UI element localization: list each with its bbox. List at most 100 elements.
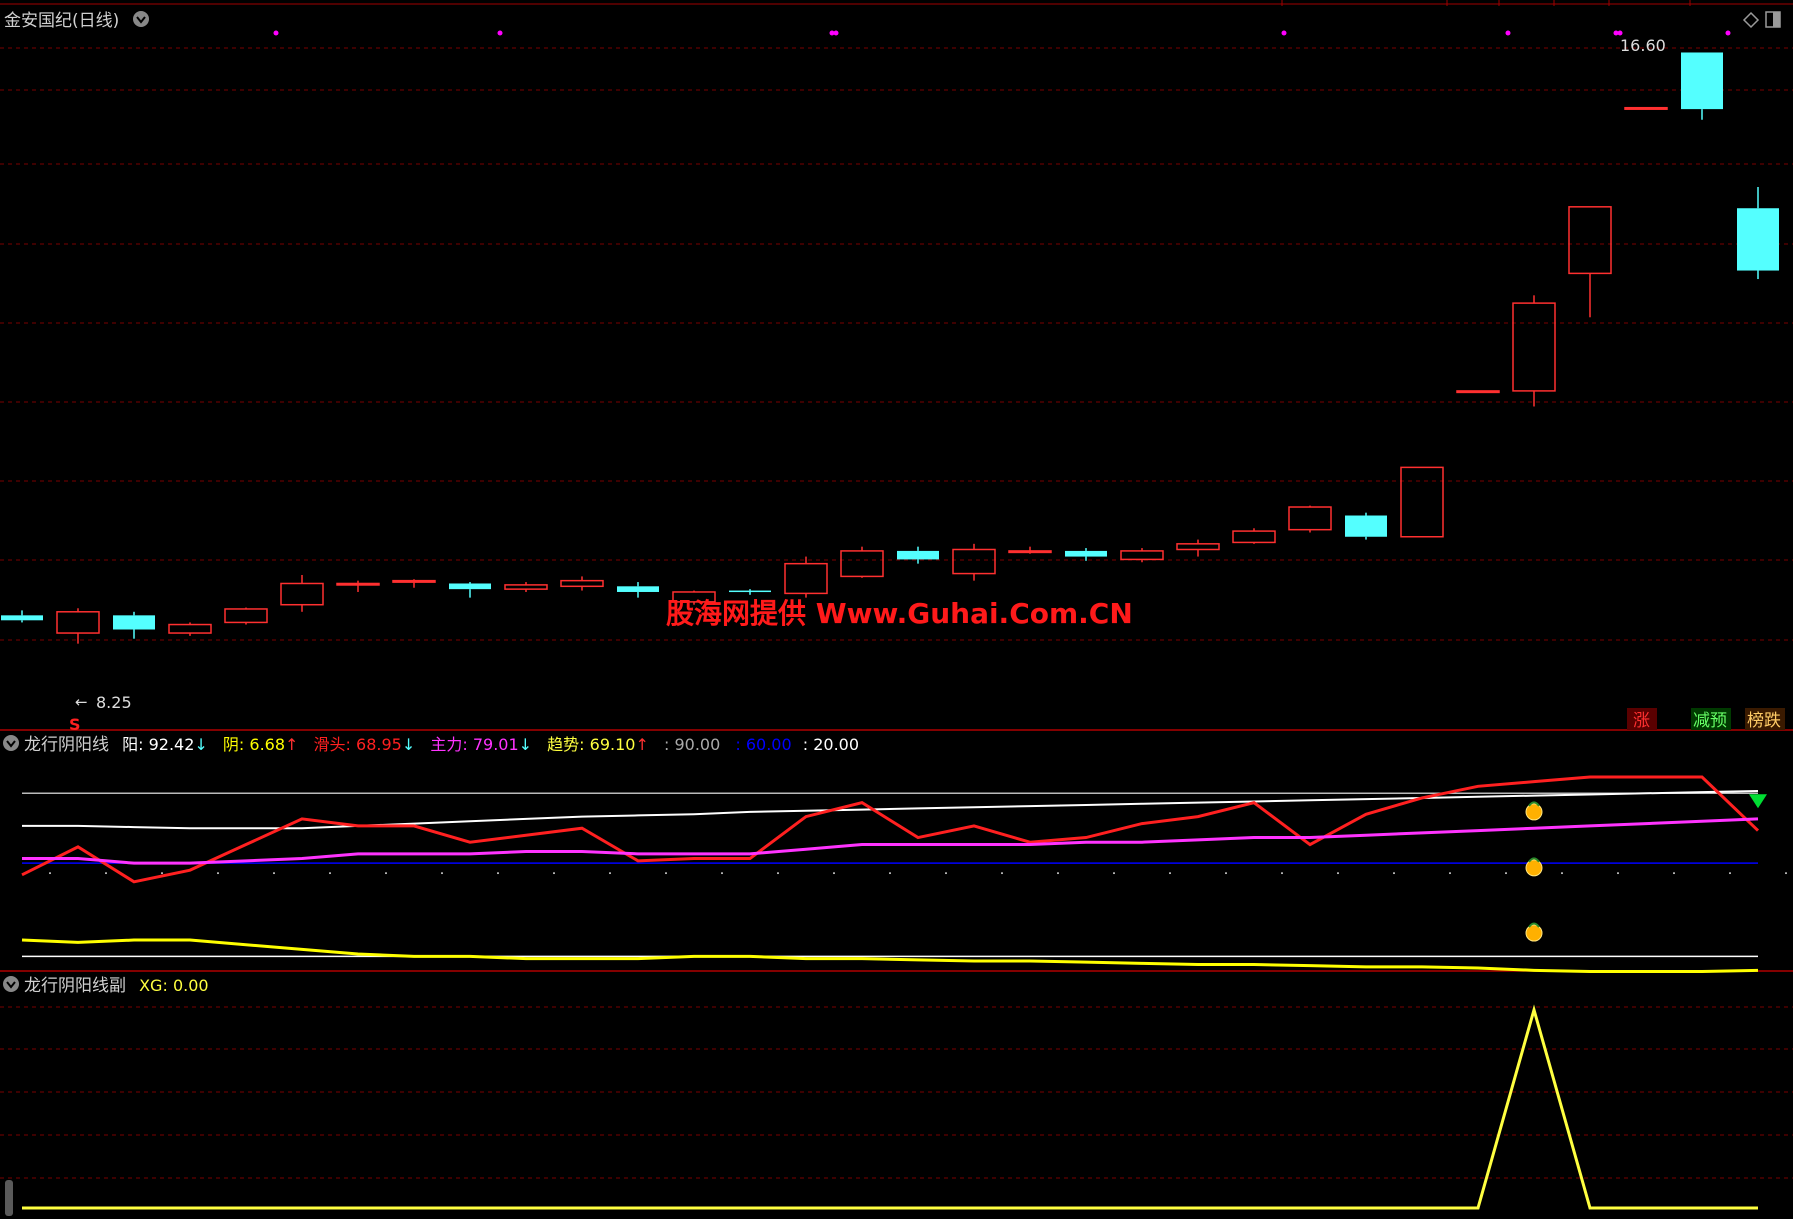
ind1-item-tou-key: 滑头 bbox=[314, 735, 346, 754]
title-dropdown-icon[interactable] bbox=[133, 11, 149, 27]
trace-dot bbox=[609, 872, 611, 875]
candle bbox=[113, 611, 155, 639]
trace-dot bbox=[1393, 872, 1395, 875]
candle bbox=[1008, 546, 1052, 554]
candle-body bbox=[1512, 302, 1556, 392]
trace-dot bbox=[49, 872, 51, 875]
trace-dot bbox=[1281, 872, 1283, 875]
candle bbox=[1232, 528, 1276, 544]
max-price-label: 16.60 bbox=[1620, 36, 1666, 55]
candle bbox=[336, 580, 380, 592]
trace-dot bbox=[1729, 872, 1731, 875]
coin-icon bbox=[1525, 857, 1543, 877]
trace-dot bbox=[1561, 872, 1563, 875]
trace-dot bbox=[721, 872, 723, 875]
candle-body bbox=[504, 584, 548, 590]
candle bbox=[1065, 548, 1107, 561]
window-toggle-icon[interactable] bbox=[1765, 11, 1781, 28]
trace-dot bbox=[1617, 872, 1619, 875]
trace-dot bbox=[497, 872, 499, 875]
tag-jianyu[interactable]: 减预 bbox=[1693, 711, 1727, 731]
candle bbox=[1400, 466, 1444, 538]
candle-body bbox=[113, 615, 155, 630]
tag-bangdie[interactable]: 榜跌 bbox=[1747, 711, 1781, 731]
tag-zhang[interactable]: 涨 bbox=[1633, 711, 1650, 731]
trace-dot bbox=[329, 872, 331, 875]
trace-dot bbox=[777, 872, 779, 875]
candle-body bbox=[1681, 52, 1723, 110]
trace-dot bbox=[441, 872, 443, 875]
trace-dot bbox=[385, 872, 387, 875]
candle bbox=[784, 556, 828, 598]
candle bbox=[1624, 106, 1668, 110]
trace-dot bbox=[665, 872, 667, 875]
ind1-item-zhuli-key: 主力 bbox=[430, 735, 462, 754]
trace-dot bbox=[105, 872, 107, 875]
candle bbox=[224, 607, 268, 625]
scroll-handle[interactable] bbox=[5, 1180, 13, 1216]
coin-body bbox=[1525, 803, 1543, 821]
price-candles[interactable] bbox=[1, 30, 1779, 644]
trace-dot bbox=[273, 872, 275, 875]
ind1-item-qushi-value: 69.10 bbox=[590, 735, 636, 754]
candle-body bbox=[224, 608, 268, 624]
candle-body bbox=[729, 590, 771, 593]
trace-dot bbox=[1673, 872, 1675, 875]
candle-body bbox=[1624, 106, 1668, 110]
watermark: 股海网提供 Www.Guhai.Com.CN bbox=[666, 597, 1133, 630]
indicator2-header: 龙行阴阳线副 XG: 0.00 bbox=[24, 976, 209, 996]
trace-dot bbox=[161, 872, 163, 875]
candle bbox=[1288, 505, 1332, 533]
candle bbox=[840, 546, 884, 578]
candle bbox=[168, 622, 212, 636]
candle-body bbox=[1288, 506, 1332, 531]
candle-body bbox=[168, 623, 212, 634]
signal-dot bbox=[833, 30, 839, 36]
series-line bbox=[22, 789, 1759, 830]
candle bbox=[729, 589, 771, 595]
candle-body bbox=[392, 579, 436, 583]
ind1-item-yin-key: 阴 bbox=[223, 735, 239, 754]
trace-dot bbox=[1057, 872, 1059, 875]
indicator2-dropdown-icon[interactable] bbox=[3, 976, 19, 992]
candle bbox=[392, 579, 436, 588]
trace-dot bbox=[1169, 872, 1171, 875]
price-tags: 涨 减预 榜跌 bbox=[1627, 708, 1785, 731]
ind1-item-yang-key: 阳 bbox=[122, 735, 138, 754]
candle bbox=[280, 574, 324, 612]
ind1-item-zhuli-arrow: ↓ bbox=[519, 735, 532, 754]
trace-dot bbox=[889, 872, 891, 875]
trace-dot bbox=[553, 872, 555, 875]
ind1-item-yang-arrow: ↓ bbox=[194, 735, 207, 754]
ind1-item-zhuli-value: 79.01 bbox=[473, 735, 519, 754]
signal-dot bbox=[1505, 30, 1511, 36]
signal-mark: S bbox=[69, 715, 81, 734]
candle bbox=[897, 546, 939, 564]
coin-body bbox=[1525, 859, 1543, 877]
signal-dot bbox=[273, 30, 279, 36]
indicator1-lines[interactable] bbox=[21, 775, 1787, 973]
trace-dot bbox=[1001, 872, 1003, 875]
signal-dot bbox=[1281, 30, 1287, 36]
candle-body bbox=[840, 550, 884, 578]
candle bbox=[1120, 548, 1164, 563]
indicator1-dropdown-icon[interactable] bbox=[3, 735, 19, 751]
ind1-item-tou-arrow: ↓ bbox=[402, 735, 415, 754]
candle-body bbox=[784, 562, 828, 595]
candle-body bbox=[1120, 550, 1164, 561]
ind1-item-yin-value: 6.68 bbox=[249, 735, 285, 754]
indicator1-header: 龙行阴阳线 阳: 92.42↓ 阴: 6.68↑ 滑头: 68.95↓ 主力: … bbox=[24, 735, 859, 755]
candle bbox=[1512, 295, 1556, 407]
candle bbox=[56, 608, 100, 644]
candle-body bbox=[280, 582, 324, 606]
kline-chart[interactable]: 金安国纪(日线) 股海网提供 Www.Guhai.Com.CN 16.60 8.… bbox=[0, 0, 1793, 1219]
series-line bbox=[22, 817, 1759, 865]
candle bbox=[1456, 390, 1500, 394]
min-arrow-icon: ← bbox=[75, 693, 88, 711]
candle-body bbox=[897, 550, 939, 560]
signal-dot bbox=[497, 30, 503, 36]
candle-body bbox=[1568, 206, 1612, 275]
candle-body bbox=[1176, 543, 1220, 551]
diamond-icon[interactable] bbox=[1742, 11, 1760, 29]
window-title: 金安国纪(日线) bbox=[4, 11, 119, 31]
